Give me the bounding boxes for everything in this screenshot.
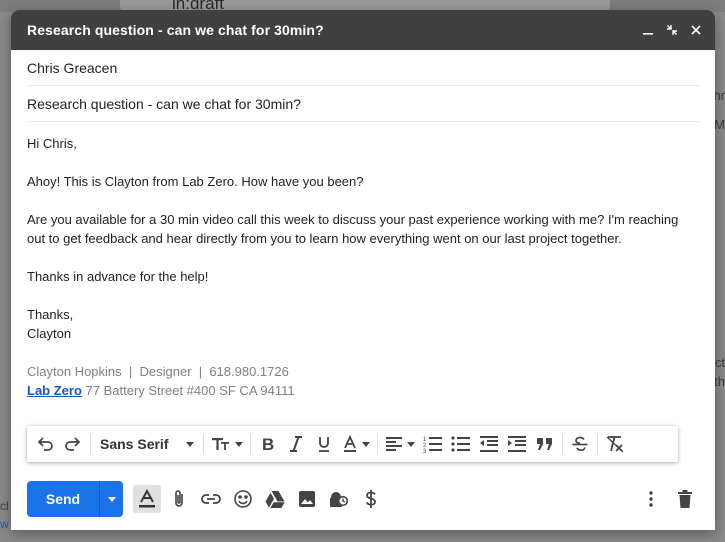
- compose-bottom-bar: Send: [27, 481, 699, 517]
- attach-file-icon[interactable]: [165, 485, 193, 513]
- send-button-group: Send: [27, 481, 123, 517]
- body-line: Thanks in advance for the help!: [27, 269, 209, 284]
- background-text-fragment: w: [0, 517, 9, 531]
- chevron-down-icon: [235, 441, 244, 447]
- toolbar-divider: [203, 434, 205, 454]
- strikethrough-icon[interactable]: [566, 430, 594, 458]
- message-body[interactable]: Hi Chris, Ahoy! This is Clayton from Lab…: [11, 122, 715, 400]
- background-text-fragment: M: [714, 117, 725, 132]
- numbered-list-icon[interactable]: 123: [419, 430, 447, 458]
- recipient-name: Chris Greacen: [27, 59, 118, 76]
- close-icon[interactable]: [689, 23, 703, 37]
- bulleted-list-icon[interactable]: [447, 430, 475, 458]
- background-text-fragment: th: [714, 374, 725, 389]
- insert-photo-icon[interactable]: [293, 485, 321, 513]
- toolbar-divider: [562, 434, 564, 454]
- chevron-down-icon: [107, 496, 116, 502]
- background-text-fragment: ct: [714, 355, 725, 370]
- minimize-icon[interactable]: [641, 23, 655, 37]
- compose-titlebar[interactable]: Research question - can we chat for 30mi…: [11, 10, 715, 50]
- compose-title: Research question - can we chat for 30mi…: [27, 22, 324, 38]
- background-text-fragment: cl: [0, 499, 9, 513]
- chevron-down-icon: [186, 441, 195, 447]
- greeting: Hi Chris,: [27, 136, 77, 151]
- toolbar-divider: [90, 434, 91, 454]
- closing: Thanks,: [27, 307, 74, 322]
- bold-icon[interactable]: B: [254, 430, 282, 458]
- italic-icon[interactable]: [282, 430, 310, 458]
- font-size-button[interactable]: [207, 430, 247, 458]
- undo-icon[interactable]: [31, 430, 59, 458]
- signature-info: Clayton Hopkins | Designer | 618.980.172…: [27, 364, 289, 379]
- font-family-select[interactable]: Sans Serif: [94, 430, 200, 458]
- toolbar-divider: [377, 434, 379, 454]
- to-field[interactable]: Chris Greacen: [27, 50, 699, 86]
- quote-icon[interactable]: [531, 430, 559, 458]
- background-text-fragment: hr: [713, 88, 725, 103]
- formatting-options-icon[interactable]: [133, 485, 161, 513]
- text-color-button[interactable]: [338, 430, 374, 458]
- font-family-label: Sans Serif: [100, 436, 169, 452]
- schedule-send-dropdown[interactable]: [99, 481, 123, 517]
- toolbar-divider: [597, 434, 599, 454]
- signature-address-line: Lab Zero 77 Battery Street #400 SF CA 94…: [27, 381, 699, 400]
- toolbar-divider: [250, 434, 252, 454]
- svg-text:B: B: [262, 435, 274, 453]
- subject-field[interactable]: Research question - can we chat for 30mi…: [27, 86, 699, 122]
- indent-more-icon[interactable]: [503, 430, 531, 458]
- discard-draft-icon[interactable]: [671, 485, 699, 513]
- svg-text:3: 3: [423, 449, 427, 453]
- chevron-down-icon: [362, 441, 371, 447]
- body-line: out to get feedback and hear directly fr…: [27, 231, 622, 246]
- formatting-toolbar: Sans Serif B 123: [27, 426, 678, 462]
- compose-window: Research question - can we chat for 30mi…: [11, 10, 715, 530]
- signature-line: Clayton Hopkins | Designer | 618.980.172…: [27, 362, 699, 381]
- more-options-icon[interactable]: [637, 485, 665, 513]
- underline-icon[interactable]: [310, 430, 338, 458]
- align-button[interactable]: [381, 430, 419, 458]
- send-money-icon[interactable]: [357, 485, 385, 513]
- signature-address: 77 Battery Street #400 SF CA 94111: [81, 383, 295, 398]
- lab-zero-link[interactable]: Lab Zero: [27, 383, 82, 398]
- confidential-mode-icon[interactable]: [325, 485, 353, 513]
- sender-name: Clayton: [27, 326, 72, 341]
- insert-emoji-icon[interactable]: [229, 485, 257, 513]
- indent-less-icon[interactable]: [475, 430, 503, 458]
- body-line: Ahoy! This is Clayton from Lab Zero. How…: [27, 174, 364, 189]
- redo-icon[interactable]: [59, 430, 87, 458]
- body-line: Are you available for a 30 min video cal…: [27, 212, 679, 227]
- send-button[interactable]: Send: [27, 481, 99, 517]
- remove-formatting-icon[interactable]: [601, 430, 629, 458]
- subject-text: Research question - can we chat for 30mi…: [27, 95, 301, 112]
- insert-link-icon[interactable]: [197, 485, 225, 513]
- google-drive-icon[interactable]: [261, 485, 289, 513]
- exit-fullscreen-icon[interactable]: [665, 23, 679, 37]
- chevron-down-icon: [407, 441, 416, 447]
